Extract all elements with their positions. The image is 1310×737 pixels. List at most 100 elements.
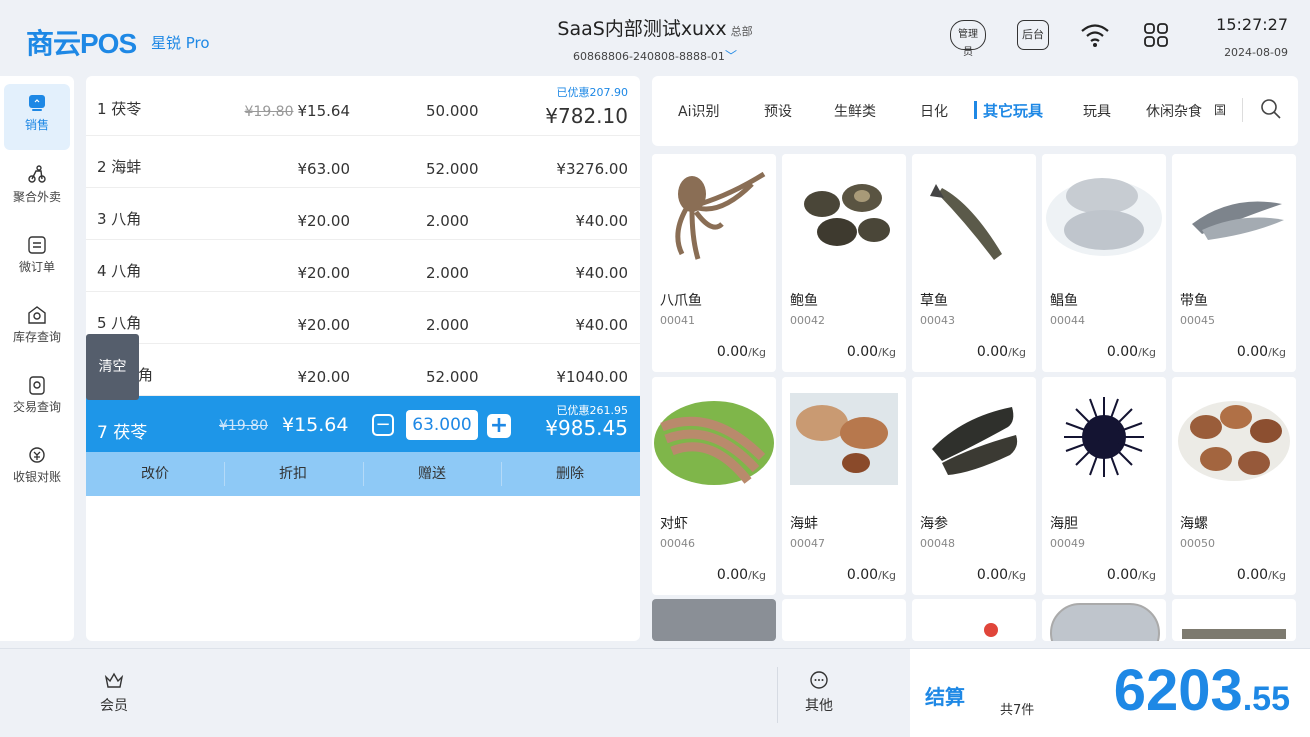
change-price-button[interactable]: 改价 [86, 452, 224, 496]
nav-label: 微订单 [18, 260, 55, 274]
item-qty: 52.000 [426, 368, 479, 386]
item-total: ¥1040.00 [556, 368, 628, 386]
product-card[interactable]: 草鱼 00043 0.00/Kg [912, 154, 1036, 372]
price-value: 0.00 [846, 567, 879, 583]
nav-item-micro-order[interactable]: 微订单 [4, 226, 70, 292]
qty-input[interactable]: 63.000 [406, 410, 478, 440]
product-image [984, 623, 998, 637]
cart-row-selected[interactable]: 7 茯苓 ¥19.80 ¥15.64 − 63.000 + 已优惠261.95 … [86, 396, 640, 452]
sales-icon [29, 95, 45, 111]
category-tab[interactable]: 生鲜类 [834, 101, 876, 121]
product-card[interactable]: 海胆 00049 0.00/Kg [1042, 377, 1166, 595]
product-name: 八爪鱼 [660, 293, 702, 309]
delete-button[interactable]: 删除 [501, 452, 639, 496]
item-name: 1 茯苓 [97, 100, 142, 118]
active-indicator [974, 101, 977, 119]
product-card-partial[interactable] [912, 599, 1036, 641]
category-tab[interactable]: 国 [1214, 101, 1226, 118]
admin-button[interactable]: 管理员 [950, 20, 986, 58]
other-label: 其他 [805, 698, 833, 714]
product-card[interactable]: 八爪鱼 00041 0.00/Kg [652, 154, 776, 372]
nav-item-transactions[interactable]: 交易查询 [4, 366, 70, 432]
price-unit: /Kg [1268, 346, 1286, 359]
prawn-image [652, 377, 776, 505]
cart-row[interactable]: 4 八角 ¥20.00 2.000 ¥40.00 [86, 240, 640, 292]
cart-row[interactable]: 3 八角 ¥20.00 2.000 ¥40.00 [86, 188, 640, 240]
side-nav: 销售 聚合外卖 微订单 库存查询 交易查询 收银对账 [0, 76, 74, 641]
transaction-icon [29, 376, 45, 395]
product-code: 00047 [790, 537, 825, 550]
price-unit: /Kg [748, 346, 766, 359]
product-code: 00046 [660, 537, 695, 550]
item-price: ¥20.00 [297, 368, 351, 386]
product-card[interactable]: 海蚌 00047 0.00/Kg [782, 377, 906, 595]
store-selector[interactable]: 60868806-240808-8888-01﹀ [0, 47, 1310, 64]
product-name: 草鱼 [920, 293, 948, 309]
product-code: 00049 [1050, 537, 1085, 550]
divider [224, 462, 225, 486]
product-name: 鲳鱼 [1050, 293, 1078, 309]
product-card-partial[interactable] [652, 599, 776, 641]
price-value: 0.00 [846, 344, 879, 360]
nav-item-inventory[interactable]: 库存查询 [4, 296, 70, 362]
nav-item-reconcile[interactable]: 收银对账 [4, 436, 70, 502]
apps-grid-icon[interactable] [1143, 22, 1169, 52]
cart-panel: 1 茯苓 ¥19.80 ¥15.64 50.000 已优惠207.90 ¥782.… [86, 76, 640, 641]
search-icon[interactable] [1260, 98, 1282, 124]
category-tab[interactable]: 休闲杂食 [1146, 101, 1202, 121]
checkout-button[interactable]: 结算 共7件 6203.55 [910, 649, 1310, 737]
gift-button[interactable]: 赠送 [363, 452, 501, 496]
product-name: 对虾 [660, 516, 688, 532]
product-name: 鲍鱼 [790, 293, 818, 309]
member-button[interactable]: 会员 [100, 669, 128, 715]
item-count: 共7件 [1000, 703, 1035, 718]
crown-icon [104, 672, 124, 688]
clear-cart-button[interactable]: 清空 [86, 334, 139, 400]
divider [501, 462, 502, 486]
product-card[interactable]: 鲳鱼 00044 0.00/Kg [1042, 154, 1166, 372]
category-tab[interactable]: Ai识别 [678, 101, 719, 121]
cart-row[interactable]: 1 茯苓 ¥19.80 ¥15.64 50.000 已优惠207.90 ¥782.… [86, 84, 640, 136]
qty-decrease-button[interactable]: − [372, 414, 394, 436]
product-card[interactable]: 带鱼 00045 0.00/Kg [1172, 154, 1296, 372]
product-card-partial[interactable] [782, 599, 906, 641]
category-tab[interactable]: 预设 [764, 101, 792, 121]
member-label: 会员 [100, 698, 128, 714]
delivery-icon [28, 165, 46, 183]
product-card-partial[interactable] [1042, 599, 1166, 641]
category-tab-active[interactable]: 其它玩具 [983, 100, 1043, 121]
price-value: 0.00 [1236, 344, 1269, 360]
product-card-partial[interactable] [1172, 599, 1296, 641]
category-tab[interactable]: 玩具 [1083, 101, 1111, 121]
product-card[interactable]: 海参 00048 0.00/Kg [912, 377, 1036, 595]
item-name: 2 海蚌 [97, 158, 142, 176]
backend-button[interactable]: 后台 [1017, 20, 1049, 50]
other-button[interactable]: 其他 [805, 669, 833, 715]
amount-integer: 6203 [1113, 658, 1243, 723]
cart-row[interactable]: 角 ¥20.00 52.000 ¥1040.00 [86, 344, 640, 396]
cart-row[interactable]: 5 八角 ¥20.00 2.000 ¥40.00 [86, 292, 640, 344]
octopus-image [652, 154, 776, 282]
item-price: ¥63.00 [297, 160, 351, 178]
product-card[interactable]: 海螺 00050 0.00/Kg [1172, 377, 1296, 595]
nav-item-sales[interactable]: 销售 [4, 84, 70, 150]
nav-item-delivery[interactable]: 聚合外卖 [4, 156, 70, 222]
reconcile-icon [29, 447, 45, 463]
item-price: ¥15.64 [282, 414, 349, 436]
product-card[interactable]: 对虾 00046 0.00/Kg [652, 377, 776, 595]
category-tab[interactable]: 日化 [920, 101, 948, 121]
price-value: 0.00 [1106, 344, 1139, 360]
item-qty: 2.000 [426, 316, 469, 334]
price-value: 0.00 [1236, 567, 1269, 583]
product-price: 0.00/Kg [977, 344, 1026, 360]
discount-button[interactable]: 折扣 [224, 452, 362, 496]
chevron-down-icon: ﹀ [724, 49, 737, 63]
qty-increase-button[interactable]: + [487, 414, 511, 438]
product-card[interactable]: 鲍鱼 00042 0.00/Kg [782, 154, 906, 372]
sea-urchin-image [1042, 377, 1166, 505]
wifi-icon[interactable] [1080, 22, 1110, 52]
product-price: 0.00/Kg [1107, 567, 1156, 583]
product-price: 0.00/Kg [1107, 344, 1156, 360]
cart-row[interactable]: 2 海蚌 ¥63.00 52.000 ¥3276.00 [86, 136, 640, 188]
discount-note: 已优惠207.90 [556, 86, 629, 99]
